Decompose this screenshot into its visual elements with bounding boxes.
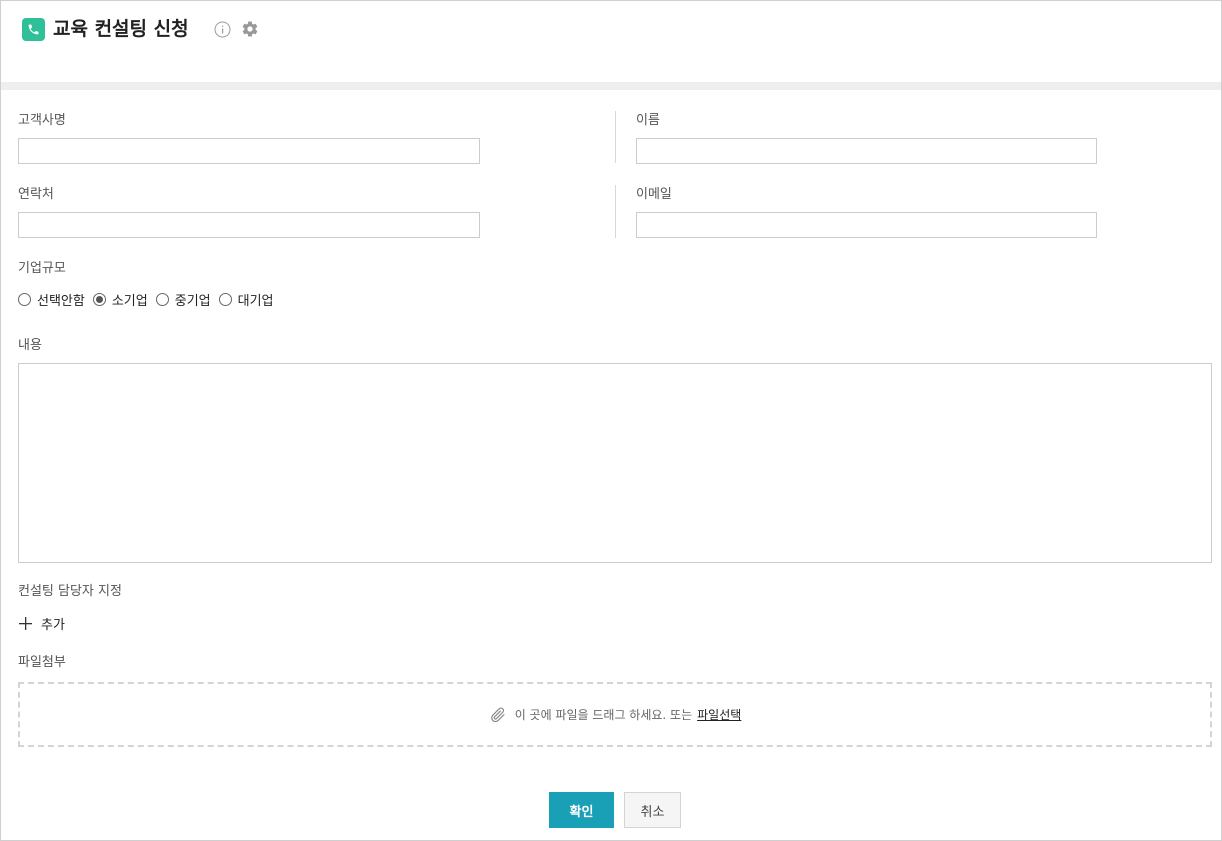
company-size-radio-group: 선택안함 소기업 중기업 대기업 (18, 290, 282, 309)
dropzone-text: 이 곳에 파일을 드래그 하세요. 또는 (514, 708, 693, 722)
company-label: 고객사명 (18, 113, 66, 128)
page-title: 교육 컨설팅 신청 (53, 18, 189, 40)
contact-label: 연락처 (18, 187, 54, 202)
cancel-button[interactable]: 취소 (624, 792, 681, 828)
assignee-label: 컨설팅 담당자 지정 (18, 584, 122, 599)
size-option-medium[interactable]: 중기업 (155, 290, 211, 309)
column-divider (615, 185, 616, 238)
radio-button-selected[interactable] (92, 292, 106, 306)
radio-button[interactable] (218, 292, 232, 306)
gear-icon[interactable] (241, 20, 259, 38)
size-option-label: 대기업 (237, 293, 274, 309)
size-option-label: 중기업 (174, 293, 211, 309)
company-size-label: 기업규모 (18, 261, 66, 276)
content-label: 내용 (18, 338, 42, 353)
email-label: 이메일 (636, 187, 672, 202)
attach-label: 파일첨부 (18, 655, 66, 670)
file-select-link[interactable]: 파일선택 (697, 706, 741, 723)
add-label: 추가 (41, 618, 65, 633)
page-header: 교육 컨설팅 신청 (1, 1, 1221, 82)
size-option-label: 선택안함 (37, 293, 85, 309)
size-option-small[interactable]: 소기업 (92, 290, 148, 309)
paperclip-icon (490, 707, 505, 722)
radio-button[interactable] (18, 292, 31, 306)
header-divider (1, 82, 1221, 90)
confirm-button[interactable]: 확인 (549, 792, 614, 828)
plus-icon (19, 617, 32, 630)
phone-icon (22, 18, 45, 41)
radio-button[interactable] (155, 292, 169, 306)
name-label: 이름 (636, 113, 660, 128)
email-input[interactable] (636, 212, 1097, 238)
size-option-label: 소기업 (111, 293, 148, 309)
info-icon[interactable] (214, 21, 231, 38)
size-option-large[interactable]: 대기업 (218, 290, 274, 309)
add-assignee-button[interactable]: 추가 (18, 614, 65, 633)
file-dropzone[interactable]: 이 곳에 파일을 드래그 하세요. 또는 파일선택 (18, 682, 1212, 747)
name-input[interactable] (636, 138, 1097, 164)
content-textarea[interactable] (18, 363, 1212, 563)
size-option-none[interactable]: 선택안함 (18, 290, 85, 309)
contact-input[interactable] (18, 212, 480, 238)
app-window: 교육 컨설팅 신청 고객사명 이름 연락처 이메일 기업규모 선택안함 소기업 … (0, 0, 1222, 841)
column-divider (615, 111, 616, 163)
company-input[interactable] (18, 138, 480, 164)
